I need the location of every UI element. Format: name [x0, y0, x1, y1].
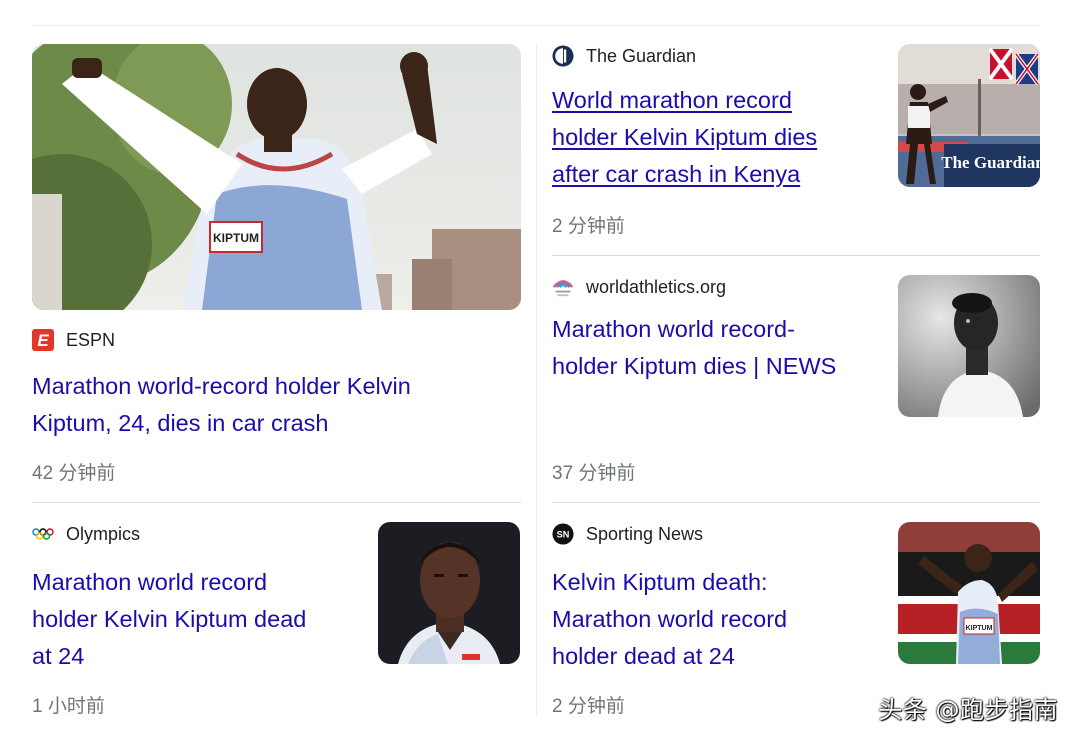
headline-line: World marathon record: [552, 87, 792, 113]
timestamp: 1 小时前: [32, 696, 105, 717]
headline-line: holder Kiptum dies | NEWS: [552, 353, 837, 379]
news-card-worldathletics: worldathletics.org Marathon world record…: [552, 275, 872, 385]
source-name[interactable]: Olympics: [66, 524, 140, 545]
olympics-thumbnail[interactable]: [378, 522, 520, 664]
column-divider: [536, 44, 537, 716]
headline-line: Marathon world-record holder Kelvin: [32, 373, 411, 399]
headline-link[interactable]: Marathon world record holder Kelvin Kipt…: [32, 564, 352, 675]
espn-logo-icon: E: [32, 329, 54, 351]
source-row: SN Sporting News: [552, 522, 872, 546]
worldathletics-logo-icon: [552, 276, 574, 298]
source-row: worldathletics.org: [552, 275, 872, 299]
sporting-news-logo-icon: SN: [552, 523, 574, 545]
source-name[interactable]: worldathletics.org: [586, 277, 726, 298]
headline-link[interactable]: Kelvin Kiptum death: Marathon world reco…: [552, 564, 872, 675]
headline-line: holder dead at 24: [552, 643, 735, 669]
top-divider: [32, 25, 1040, 26]
bib-text: KIPTUM: [213, 231, 259, 245]
source-row: Olympics: [32, 522, 352, 546]
headline-line: after car crash in Kenya: [552, 161, 801, 187]
sportingnews-thumbnail[interactable]: KIPTUM: [898, 522, 1040, 664]
headline-line: holder Kelvin Kiptum dies: [552, 124, 818, 150]
source-row: The Guardian: [552, 44, 872, 68]
headline-line: at 24: [32, 643, 85, 669]
headline-line: holder Kelvin Kiptum dead: [32, 606, 307, 632]
headline-line: Marathon world record: [552, 606, 788, 632]
guardian-thumbnail[interactable]: The Guardian: [898, 44, 1040, 187]
timestamp: 37 分钟前: [552, 463, 636, 484]
news-card-olympics: Olympics Marathon world record holder Ke…: [32, 522, 352, 718]
timestamp: 2 分钟前: [552, 216, 625, 237]
news-card-sportingnews: SN Sporting News Kelvin Kiptum death: Ma…: [552, 522, 872, 718]
sn-logo-letters: SN: [557, 530, 570, 540]
espn-hero-image[interactable]: KIPTUM: [32, 44, 521, 310]
source-name[interactable]: The Guardian: [586, 46, 696, 67]
worldathletics-thumbnail[interactable]: [898, 275, 1040, 417]
olympic-rings-icon: [32, 523, 54, 545]
source-name[interactable]: ESPN: [66, 330, 115, 351]
headline-link[interactable]: Marathon world record- holder Kiptum die…: [552, 311, 872, 385]
timestamp: 2 分钟前: [552, 696, 625, 717]
bib-text: KIPTUM: [966, 625, 993, 632]
row-divider: [32, 502, 521, 503]
news-card-espn: E ESPN Marathon world-record holder Kelv…: [32, 328, 521, 485]
headline-line: Marathon world record-: [552, 316, 795, 342]
headline-line: Kelvin Kiptum death:: [552, 569, 768, 595]
source-row: E ESPN: [32, 328, 521, 352]
guardian-logo-icon: [552, 45, 574, 67]
timestamp: 42 分钟前: [32, 463, 116, 484]
headline-link[interactable]: Marathon world-record holder Kelvin Kipt…: [32, 368, 521, 442]
headline-link[interactable]: World marathon record holder Kelvin Kipt…: [552, 82, 872, 193]
row-divider: [552, 255, 1040, 256]
espn-logo-letter: E: [37, 331, 49, 350]
news-card-guardian: The Guardian World marathon record holde…: [552, 44, 872, 238]
guardian-wordmark: The Guardian: [941, 153, 1040, 172]
source-name[interactable]: Sporting News: [586, 524, 703, 545]
watermark: 头条 @跑步指南: [878, 696, 1058, 724]
headline-line: Kiptum, 24, dies in car crash: [32, 410, 329, 436]
headline-line: Marathon world record: [32, 569, 268, 595]
row-divider: [552, 502, 1040, 503]
